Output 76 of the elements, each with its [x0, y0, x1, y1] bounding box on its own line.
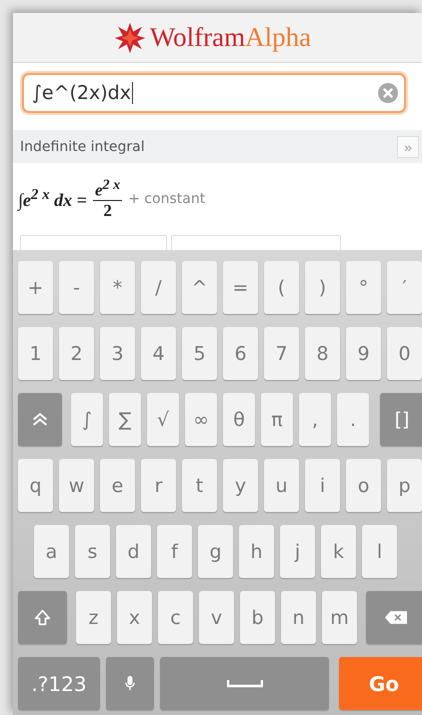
shift-arrow-icon	[34, 609, 51, 626]
key[interactable]: √	[147, 393, 179, 446]
key[interactable]: ^	[182, 261, 217, 314]
key[interactable]: 0	[387, 327, 422, 380]
pod-title: Indefinite integral	[20, 138, 145, 154]
key[interactable]: p	[387, 459, 422, 512]
key[interactable]: c	[158, 591, 193, 644]
key[interactable]: k	[321, 525, 356, 578]
key[interactable]: i	[305, 459, 340, 512]
symbols-key[interactable]: .?123	[18, 657, 100, 710]
double-chevron-icon	[31, 412, 49, 427]
shift-key[interactable]	[18, 591, 67, 644]
more-symbols-key[interactable]	[18, 393, 62, 446]
search-field[interactable]: ∫e^(2x)dx	[22, 73, 406, 113]
star-logo-icon	[114, 22, 146, 54]
fraction-numerator: e$^{2 x}$	[92, 176, 122, 202]
key[interactable]: ∫	[71, 393, 103, 446]
key[interactable]: m	[322, 591, 357, 644]
key[interactable]: 2	[59, 327, 94, 380]
key[interactable]: 1	[18, 327, 53, 380]
key[interactable]: u	[264, 459, 299, 512]
microphone-icon	[125, 676, 135, 691]
key[interactable]: 8	[305, 327, 340, 380]
microphone-key[interactable]	[106, 657, 154, 710]
key[interactable]: y	[223, 459, 258, 512]
key[interactable]: ,	[299, 393, 331, 446]
key[interactable]: z	[76, 591, 111, 644]
key[interactable]: -	[59, 261, 94, 314]
key[interactable]: e	[100, 459, 135, 512]
key[interactable]: x	[117, 591, 152, 644]
key[interactable]: ∞	[185, 393, 217, 446]
key[interactable]: a	[34, 525, 69, 578]
key[interactable]: h	[239, 525, 274, 578]
key[interactable]: *	[100, 261, 135, 314]
key[interactable]: ′	[387, 261, 422, 314]
key[interactable]: d	[116, 525, 151, 578]
key[interactable]: s	[75, 525, 110, 578]
key[interactable]: 9	[346, 327, 381, 380]
key[interactable]: j	[280, 525, 315, 578]
key[interactable]: )	[305, 261, 340, 314]
key[interactable]: =	[223, 261, 258, 314]
backspace-key[interactable]	[366, 591, 422, 644]
key[interactable]: 3	[100, 327, 135, 380]
key[interactable]: π	[261, 393, 293, 446]
key[interactable]: +	[18, 261, 53, 314]
expand-button[interactable]: »	[397, 136, 419, 158]
key[interactable]: 7	[264, 327, 299, 380]
key[interactable]: 6	[223, 327, 258, 380]
key[interactable]: b	[240, 591, 275, 644]
go-button[interactable]: Go	[339, 657, 422, 710]
key[interactable]: θ	[223, 393, 255, 446]
key[interactable]: .	[337, 393, 369, 446]
logo-text: WolframAlpha	[150, 22, 312, 53]
backspace-icon	[385, 611, 407, 624]
key[interactable]: (	[264, 261, 299, 314]
key[interactable]: ∑	[109, 393, 141, 446]
fraction-denominator: 2	[103, 201, 112, 222]
key[interactable]: w	[59, 459, 94, 512]
key[interactable]: q	[18, 459, 53, 512]
key[interactable]: °	[346, 261, 381, 314]
key[interactable]: n	[281, 591, 316, 644]
key[interactable]: t	[182, 459, 217, 512]
key[interactable]: f	[157, 525, 192, 578]
key[interactable]: l	[362, 525, 397, 578]
bracket-key[interactable]: []	[380, 393, 422, 446]
key[interactable]: 4	[141, 327, 176, 380]
key[interactable]: v	[199, 591, 234, 644]
key[interactable]: 5	[182, 327, 217, 380]
key[interactable]: o	[346, 459, 381, 512]
integral-expression: ∫e$^{2 x}$ dx =	[18, 187, 87, 211]
space-bar-icon	[226, 680, 262, 688]
key[interactable]: r	[141, 459, 176, 512]
constant-text: + constant	[128, 191, 206, 207]
key[interactable]: g	[198, 525, 233, 578]
key[interactable]: /	[141, 261, 176, 314]
clear-icon[interactable]	[378, 83, 398, 103]
